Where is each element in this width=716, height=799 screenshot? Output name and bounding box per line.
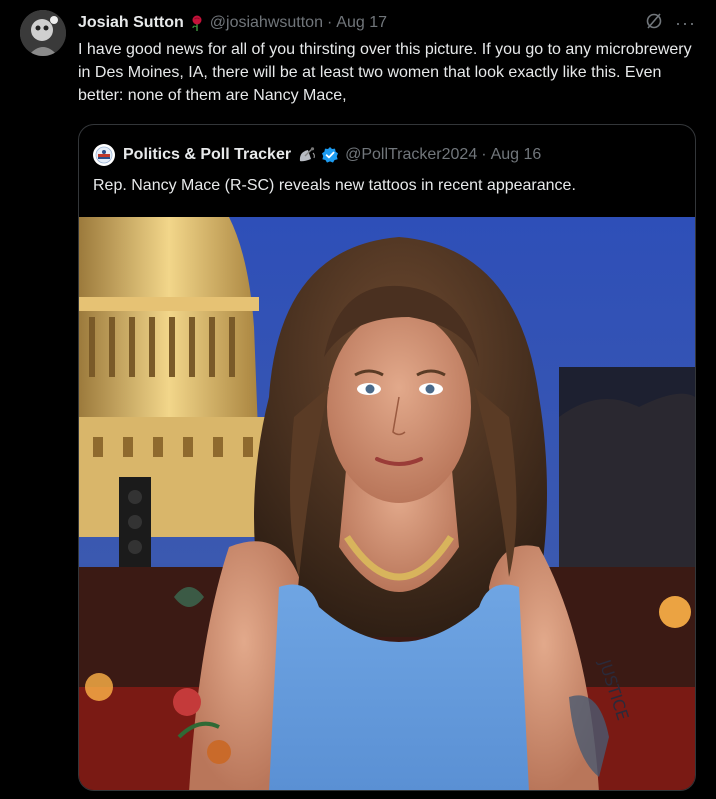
- verified-badge-icon: [321, 146, 339, 164]
- quoted-author-handle[interactable]: @PollTracker2024: [345, 146, 477, 164]
- tweet-header: Josiah Sutton @josiahwsutton · Aug 17 ··…: [78, 12, 696, 34]
- author-avatar[interactable]: [20, 10, 66, 56]
- tweet-text: I have good news for all of you thirstin…: [78, 41, 692, 104]
- quoted-tweet[interactable]: Politics & Poll Tracker @PollTracker2024…: [78, 124, 696, 791]
- quoted-tweet-header: Politics & Poll Tracker @PollTracker2024…: [93, 143, 681, 167]
- quoted-separator-dot: ·: [481, 146, 487, 163]
- photo-illustration: JUSTICE: [79, 217, 695, 790]
- avatar-image: [20, 10, 66, 56]
- tweet-actions: ···: [645, 12, 696, 35]
- rose-icon: [190, 15, 204, 31]
- quoted-author-display-name[interactable]: Politics & Poll Tracker: [123, 146, 291, 164]
- separator-dot: ·: [326, 14, 333, 31]
- satellite-dish-icon: [297, 146, 317, 164]
- author-display-name[interactable]: Josiah Sutton: [78, 14, 184, 32]
- quoted-tweet-date[interactable]: Aug 16: [491, 146, 542, 164]
- quoted-tweet-text: Rep. Nancy Mace (R-SC) reveals new tatto…: [93, 177, 576, 194]
- author-handle[interactable]: @josiahwsutton: [210, 14, 323, 32]
- more-icon[interactable]: ···: [675, 14, 696, 32]
- quoted-tweet-photo[interactable]: JUSTICE: [79, 217, 695, 790]
- grok-icon[interactable]: [645, 12, 663, 35]
- tweet-date[interactable]: Aug 17: [336, 14, 387, 32]
- quoted-author-avatar[interactable]: [93, 144, 115, 166]
